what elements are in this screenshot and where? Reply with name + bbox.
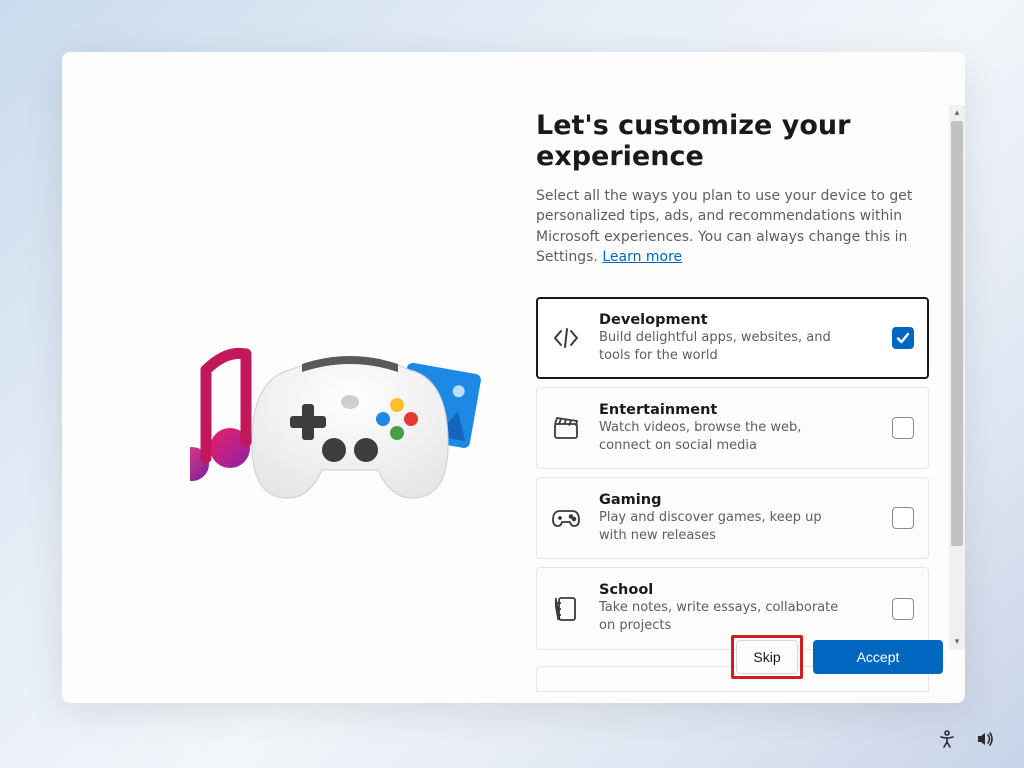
skip-highlight-box: Skip xyxy=(731,635,803,679)
gamepad-icon xyxy=(551,508,581,528)
option-title: Gaming xyxy=(599,492,874,508)
footer-buttons: Skip Accept xyxy=(731,635,943,679)
code-icon xyxy=(551,327,581,349)
scroll-down-icon[interactable]: ▾ xyxy=(949,634,965,650)
option-desc: Build delightful apps, websites, and too… xyxy=(599,329,849,364)
scroll-up-icon[interactable]: ▴ xyxy=(949,105,965,121)
accessibility-icon[interactable] xyxy=(938,730,956,752)
setup-card: Let's customize your experience Select a… xyxy=(62,52,965,703)
volume-icon[interactable] xyxy=(976,730,994,752)
option-text: Entertainment Watch videos, browse the w… xyxy=(599,402,874,454)
illustration-pane xyxy=(62,52,524,703)
page-title: Let's customize your experience xyxy=(536,110,965,172)
accept-button[interactable]: Accept xyxy=(813,640,943,674)
subtitle-text: Select all the ways you plan to use your… xyxy=(536,188,912,265)
option-text: Gaming Play and discover games, keep up … xyxy=(599,492,874,544)
scroll-thumb[interactable] xyxy=(951,121,963,546)
scrollbar[interactable]: ▴ ▾ xyxy=(949,105,965,650)
option-desc: Take notes, write essays, collaborate on… xyxy=(599,599,849,634)
option-development[interactable]: Development Build delightful apps, websi… xyxy=(536,297,929,379)
option-title: School xyxy=(599,582,874,598)
option-title: Entertainment xyxy=(599,402,874,418)
checkbox[interactable] xyxy=(892,327,914,349)
option-gaming[interactable]: Gaming Play and discover games, keep up … xyxy=(536,477,929,559)
skip-button[interactable]: Skip xyxy=(736,640,798,674)
checkbox[interactable] xyxy=(892,507,914,529)
page-subtitle: Select all the ways you plan to use your… xyxy=(536,186,946,267)
option-text: Development Build delightful apps, websi… xyxy=(599,312,874,364)
hero-svg xyxy=(190,340,500,520)
option-title: Development xyxy=(599,312,874,328)
hero-illustration xyxy=(190,340,500,520)
option-text: School Take notes, write essays, collabo… xyxy=(599,582,874,634)
usage-options: Development Build delightful apps, websi… xyxy=(536,297,929,691)
content-pane: Let's customize your experience Select a… xyxy=(524,52,965,703)
check-icon xyxy=(896,331,910,345)
option-entertainment[interactable]: Entertainment Watch videos, browse the w… xyxy=(536,387,929,469)
clapperboard-icon xyxy=(551,416,581,440)
option-desc: Watch videos, browse the web, connect on… xyxy=(599,419,849,454)
learn-more-link[interactable]: Learn more xyxy=(602,249,682,265)
notebook-icon xyxy=(551,596,581,622)
option-desc: Play and discover games, keep up with ne… xyxy=(599,509,849,544)
checkbox[interactable] xyxy=(892,417,914,439)
checkbox[interactable] xyxy=(892,598,914,620)
system-tray xyxy=(938,730,994,752)
